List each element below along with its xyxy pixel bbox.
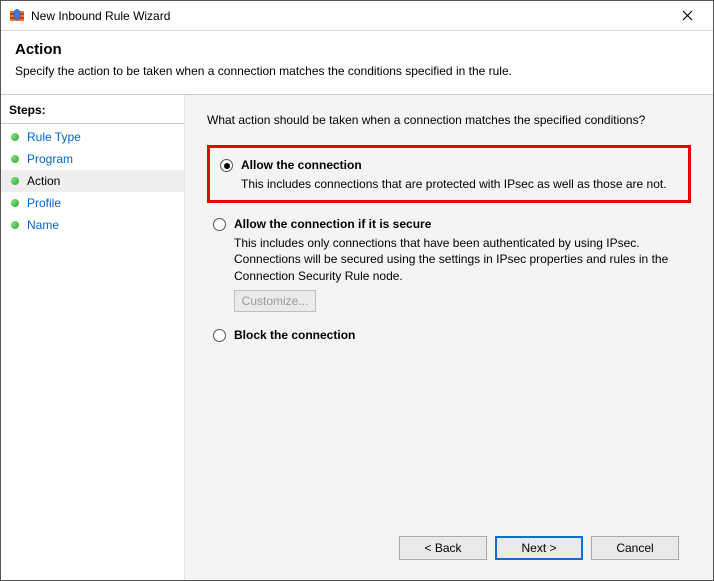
page-subtitle: Specify the action to be taken when a co… <box>15 64 699 78</box>
cancel-button[interactable]: Cancel <box>591 536 679 560</box>
step-program[interactable]: Program <box>1 148 184 170</box>
option-allow-secure: Allow the connection if it is secure Thi… <box>207 213 691 312</box>
back-button[interactable]: < Back <box>399 536 487 560</box>
header: Action Specify the action to be taken wh… <box>1 31 713 95</box>
step-label: Name <box>27 218 59 232</box>
step-label: Rule Type <box>27 130 81 144</box>
option-block-label[interactable]: Block the connection <box>234 328 355 342</box>
step-rule-type[interactable]: Rule Type <box>1 126 184 148</box>
option-block: Block the connection <box>207 324 691 344</box>
option-allow: Allow the connection This includes conne… <box>214 154 684 192</box>
customize-button: Customize... <box>234 290 316 312</box>
steps-sidebar: Steps: Rule Type Program Action Profile … <box>1 95 185 580</box>
prompt-text: What action should be taken when a conne… <box>207 113 691 127</box>
step-profile[interactable]: Profile <box>1 192 184 214</box>
close-button[interactable] <box>667 2 707 30</box>
radio-allow-secure[interactable] <box>213 218 226 231</box>
radio-allow[interactable] <box>220 159 233 172</box>
highlight-box: Allow the connection This includes conne… <box>207 145 691 203</box>
next-button[interactable]: Next > <box>495 536 583 560</box>
bullet-icon <box>11 199 19 207</box>
page-heading: Action <box>15 41 699 58</box>
option-allow-secure-label[interactable]: Allow the connection if it is secure <box>234 217 431 231</box>
firewall-icon <box>9 8 25 24</box>
option-allow-desc: This includes connections that are prote… <box>241 176 684 192</box>
step-label: Action <box>27 174 60 188</box>
bullet-icon <box>11 133 19 141</box>
bullet-icon <box>11 177 19 185</box>
wizard-window: New Inbound Rule Wizard Action Specify t… <box>0 0 714 581</box>
step-action[interactable]: Action <box>1 170 184 192</box>
titlebar: New Inbound Rule Wizard <box>1 1 713 31</box>
steps-title: Steps: <box>1 99 184 124</box>
step-name[interactable]: Name <box>1 214 184 236</box>
option-allow-secure-desc: This includes only connections that have… <box>234 235 691 284</box>
bullet-icon <box>11 221 19 229</box>
bullet-icon <box>11 155 19 163</box>
step-label: Program <box>27 152 73 166</box>
body: Steps: Rule Type Program Action Profile … <box>1 95 713 580</box>
radio-block[interactable] <box>213 329 226 342</box>
window-title: New Inbound Rule Wizard <box>31 9 667 23</box>
step-label: Profile <box>27 196 61 210</box>
footer-buttons: < Back Next > Cancel <box>207 528 691 572</box>
option-allow-label[interactable]: Allow the connection <box>241 158 362 172</box>
content-pane: What action should be taken when a conne… <box>185 95 713 580</box>
